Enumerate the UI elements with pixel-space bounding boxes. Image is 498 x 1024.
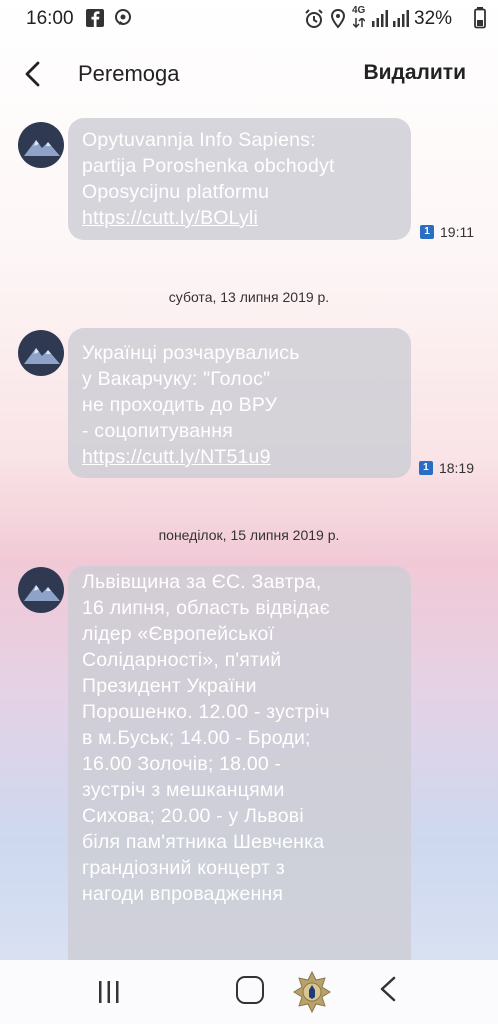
mountain-icon: [24, 585, 60, 601]
message-text-line: 16.00 Золочів; 18.00 -: [82, 753, 282, 775]
message-link[interactable]: https://cutt.ly/NT51u9: [82, 444, 397, 470]
back-arrow-icon[interactable]: [22, 60, 44, 88]
viber-icon: [115, 9, 131, 25]
message-meta: 1 18:19: [418, 460, 474, 476]
message-text-line: Президент України: [82, 675, 257, 697]
status-time: 16:00: [26, 8, 74, 29]
message-text-line: зустріч з мешканцями: [82, 779, 285, 801]
location-icon: [330, 9, 346, 29]
message-text-line: Українці розчарувались: [82, 342, 300, 364]
message-text-line: грандіозний концерт з: [82, 857, 285, 879]
message-text-line: не проходить до ВРУ: [82, 394, 278, 416]
sender-avatar[interactable]: [18, 122, 64, 168]
delete-button[interactable]: Видалити: [363, 61, 466, 85]
message-text-line: нагоди впровадження: [82, 883, 284, 905]
date-separator: понеділок, 15 липня 2019 р.: [158, 527, 340, 543]
message-link[interactable]: https://cutt.ly/BOLyli: [82, 205, 397, 231]
navigation-bar: [0, 960, 498, 1024]
message-text-line: лідер «Європейської: [82, 623, 275, 645]
police-emblem-icon: [293, 970, 331, 1014]
date-separator: субота, 13 липня 2019 р.: [168, 289, 330, 305]
signal-icon-2: [393, 10, 409, 27]
battery-icon: [474, 7, 486, 29]
sim-badge: 1: [418, 461, 433, 475]
message-text-line: у Вакарчуку: "Голос": [82, 368, 271, 390]
sim-badge: 1: [420, 225, 434, 239]
network-type: 4G: [352, 5, 366, 16]
message-text-line: partija Poroshenka obchodyt: [82, 155, 335, 177]
nav-back-icon[interactable]: [378, 976, 398, 1002]
message-text-line: Львівщина за ЄС. Завтра,: [82, 571, 322, 593]
battery-percent: 32%: [414, 8, 453, 29]
signal-icon: [372, 10, 388, 27]
message-time: 18:19: [438, 460, 474, 476]
home-icon[interactable]: [236, 976, 264, 1004]
message-bubble[interactable]: Українці розчарувались у Вакарчуку: "Гол…: [68, 328, 411, 478]
status-bar: 16:00 4G 32%: [0, 0, 498, 36]
recents-icon[interactable]: [98, 980, 120, 1004]
message-bubble[interactable]: Львівщина за ЄС. Завтра, 16 липня, облас…: [68, 566, 411, 960]
mountain-icon: [24, 348, 60, 364]
message-text-line: Порошенко. 12.00 - зустріч: [82, 701, 330, 723]
conversation-header: Peremoga Видалити: [0, 40, 498, 100]
message-text-line: Opytuvannja Info Sapiens:: [82, 129, 316, 151]
message-text-line: Сихова; 20.00 - у Львові: [82, 805, 304, 827]
message-bubble[interactable]: Opytuvannja Info Sapiens: partija Porosh…: [68, 118, 411, 240]
mountain-icon: [24, 140, 60, 156]
message-text-line: 16 липня, область відвідає: [82, 597, 330, 619]
data-arrows-icon: [353, 18, 365, 28]
message-text-line: - соцопитування: [82, 420, 233, 442]
facebook-icon: [86, 9, 104, 27]
alarm-icon: [305, 9, 323, 28]
contact-title: Peremoga: [78, 61, 180, 86]
message-text-line: Солідарності», п'ятий: [82, 649, 282, 671]
message-text-line: Oposycijnu platformu: [82, 181, 270, 203]
message-meta: 1 19:11: [420, 224, 474, 240]
message-time: 19:11: [440, 224, 474, 240]
sender-avatar[interactable]: [18, 330, 64, 376]
message-text-line: в м.Буськ; 14.00 - Броди;: [82, 727, 311, 749]
sender-avatar[interactable]: [18, 567, 64, 613]
message-text-line: біля пам'ятника Шевченка: [82, 831, 325, 853]
